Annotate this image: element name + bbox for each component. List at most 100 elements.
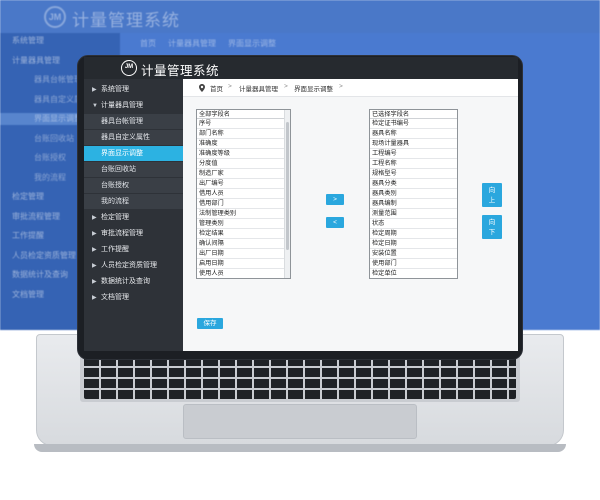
- list-item[interactable]: 检定结果: [197, 229, 290, 239]
- background-breadcrumb-item: 计量器具管理: [168, 39, 216, 48]
- sidebar-item-label: 器具自定义属性: [101, 134, 150, 141]
- button-label-char: 下: [488, 229, 496, 236]
- save-button[interactable]: 保存: [197, 318, 223, 329]
- list-item[interactable]: 出厂编号: [197, 179, 290, 189]
- move-up-button[interactable]: 向上: [482, 183, 502, 207]
- move-left-button[interactable]: <: [326, 217, 344, 228]
- sidebar-item-label: 我的流程: [101, 198, 129, 205]
- background-breadcrumb-item: 首页: [140, 39, 156, 48]
- background-title: 计量管理系统: [72, 11, 180, 30]
- sidebar-item-label: 台账授权: [101, 182, 129, 189]
- breadcrumb-current: 界面显示调整: [294, 86, 333, 93]
- list-item[interactable]: 检定周期: [370, 229, 457, 239]
- list-item[interactable]: 规格型号: [370, 169, 457, 179]
- list-item[interactable]: 现场计量器具: [370, 139, 457, 149]
- list-item[interactable]: 管理类别: [197, 219, 290, 229]
- touchpad: [183, 404, 417, 439]
- list-item[interactable]: 器具编制: [370, 199, 457, 209]
- chevron-right-icon: ▶: [92, 279, 97, 285]
- sidebar-item[interactable]: ▶ 人员检定资质管理: [84, 258, 183, 273]
- list-item[interactable]: 工程编号: [370, 149, 457, 159]
- chevron-right-icon: >: [339, 83, 343, 90]
- move-down-button[interactable]: 向下: [482, 215, 502, 239]
- sidebar-item-label: 文档管理: [101, 294, 129, 301]
- list-item[interactable]: 工程名称: [370, 159, 457, 169]
- background-nav-item: 系统管理: [12, 36, 44, 45]
- list-item[interactable]: 检定证书编号: [370, 119, 457, 129]
- background-breadcrumb: 首页 计量器具管理 界面显示调整: [140, 38, 288, 49]
- list-item[interactable]: 使用人员: [197, 269, 290, 278]
- sidebar-item-label: 人员检定资质管理: [101, 262, 157, 269]
- sidebar-item[interactable]: ▶ 系统管理: [84, 82, 183, 97]
- sidebar-item-label: 审批流程管理: [101, 230, 143, 237]
- list-item[interactable]: 准确度: [197, 139, 290, 149]
- sidebar-item-label: 界面显示调整: [101, 150, 143, 157]
- sidebar-item[interactable]: 台账回收站: [84, 162, 183, 177]
- list-item[interactable]: 分度值: [197, 159, 290, 169]
- list-item[interactable]: 准确度等级: [197, 149, 290, 159]
- breadcrumb-home[interactable]: 首页: [210, 83, 223, 93]
- list-item[interactable]: 序号: [197, 119, 290, 129]
- list-item[interactable]: 器具分类: [370, 179, 457, 189]
- breadcrumb-instrument-management[interactable]: 计量器具管理: [239, 83, 278, 93]
- sidebar-item-label: 数据统计及查询: [101, 278, 150, 285]
- sidebar-item-label: 检定管理: [101, 214, 129, 221]
- background-logo: JM: [44, 6, 66, 28]
- all-fields-list[interactable]: 全部字段名 序号 部门名称 准确度 准确度等级 分度值 制造厂家 出厂编号 借用人员 借用部门法…: [196, 109, 291, 279]
- button-label-char: 向: [488, 219, 496, 226]
- list-item[interactable]: 确认间隔: [197, 239, 290, 249]
- list-item[interactable]: 使用部门: [370, 259, 457, 269]
- sidebar-item[interactable]: ▶ 工作提醒: [84, 242, 183, 257]
- main-content: 首页 > 计量器具管理 > 界面显示调整 > 全部字段名 序号 部门名称 准确度 准确…: [183, 79, 518, 351]
- list-item[interactable]: 检定单位: [370, 269, 457, 278]
- move-right-button[interactable]: >: [326, 194, 344, 205]
- app-title: 计量管理系统: [141, 64, 220, 78]
- laptop-base-lip: [34, 444, 566, 452]
- location-pin-icon: [199, 84, 205, 92]
- breadcrumb: 首页 > 计量器具管理 > 界面显示调整 >: [183, 79, 518, 97]
- list-item[interactable]: 状态: [370, 219, 457, 229]
- sidebar-item[interactable]: ▶ 检定管理: [84, 210, 183, 225]
- chevron-right-icon: ▶: [92, 247, 97, 253]
- list-item[interactable]: 出厂日期: [197, 249, 290, 259]
- list-item[interactable]: 测量范围: [370, 209, 457, 219]
- sidebar-item-label: 台账回收站: [101, 166, 136, 173]
- list-item[interactable]: 启用日期: [197, 259, 290, 269]
- sidebar-item[interactable]: 器具台帐管理: [84, 114, 183, 129]
- sidebar: ▶ 系统管理 ▼ 计量器具管理 器具台帐管理器具自定义属性 界面显示调整 台账回收站台账授权…: [84, 79, 183, 351]
- sidebar-item[interactable]: 界面显示调整: [84, 146, 183, 161]
- chevron-right-icon: >: [284, 83, 288, 90]
- sidebar-item[interactable]: ▶ 文档管理: [84, 290, 183, 305]
- chevron-right-icon: ▶: [92, 87, 97, 93]
- sidebar-item[interactable]: 我的流程: [84, 194, 183, 209]
- selected-fields-header: 已选择字段名: [370, 110, 457, 119]
- sidebar-item[interactable]: ▼ 计量器具管理: [84, 98, 183, 113]
- chevron-right-icon: >: [228, 83, 232, 90]
- list-item[interactable]: 器具名称: [370, 129, 457, 139]
- button-label-char: 上: [488, 197, 496, 204]
- sidebar-item-label: 系统管理: [101, 86, 129, 93]
- list-item[interactable]: 借用部门: [197, 199, 290, 209]
- chevron-right-icon: ▶: [92, 295, 97, 301]
- chevron-right-icon: ▶: [92, 231, 97, 237]
- scrollbar-thumb[interactable]: [286, 122, 289, 250]
- list-item[interactable]: 检定日期: [370, 239, 457, 249]
- selected-fields-list[interactable]: 已选择字段名 检定证书编号 器具名称 现场计量器具 工程编号 工程名称 规格型号 器具分类器…: [369, 109, 458, 279]
- sidebar-item[interactable]: ▶ 审批流程管理: [84, 226, 183, 241]
- all-fields-header: 全部字段名: [197, 110, 290, 119]
- button-label-char: 向: [488, 187, 496, 194]
- sidebar-item-label: 工作提醒: [101, 246, 129, 253]
- laptop-screen: JM 计量管理系统 ▶ 系统管理 ▼ 计量器具管理 器具台帐管理 器具自定义属性 界面显示调…: [84, 57, 518, 351]
- app-header: JM 计量管理系统: [84, 57, 518, 79]
- list-item[interactable]: 制造厂家: [197, 169, 290, 179]
- list-item[interactable]: 部门名称: [197, 129, 290, 139]
- sidebar-item[interactable]: 器具自定义属性: [84, 130, 183, 145]
- sidebar-item[interactable]: 台账授权: [84, 178, 183, 193]
- list-item[interactable]: 器具类别: [370, 189, 457, 199]
- background-breadcrumb-item: 界面显示调整: [228, 39, 276, 48]
- list-item[interactable]: 借用人员: [197, 189, 290, 199]
- all-fields-scrollbar[interactable]: [284, 110, 290, 278]
- sidebar-item[interactable]: ▶ 数据统计及查询: [84, 274, 183, 289]
- list-item[interactable]: 法制管理类别: [197, 209, 290, 219]
- list-item[interactable]: 安装位置: [370, 249, 457, 259]
